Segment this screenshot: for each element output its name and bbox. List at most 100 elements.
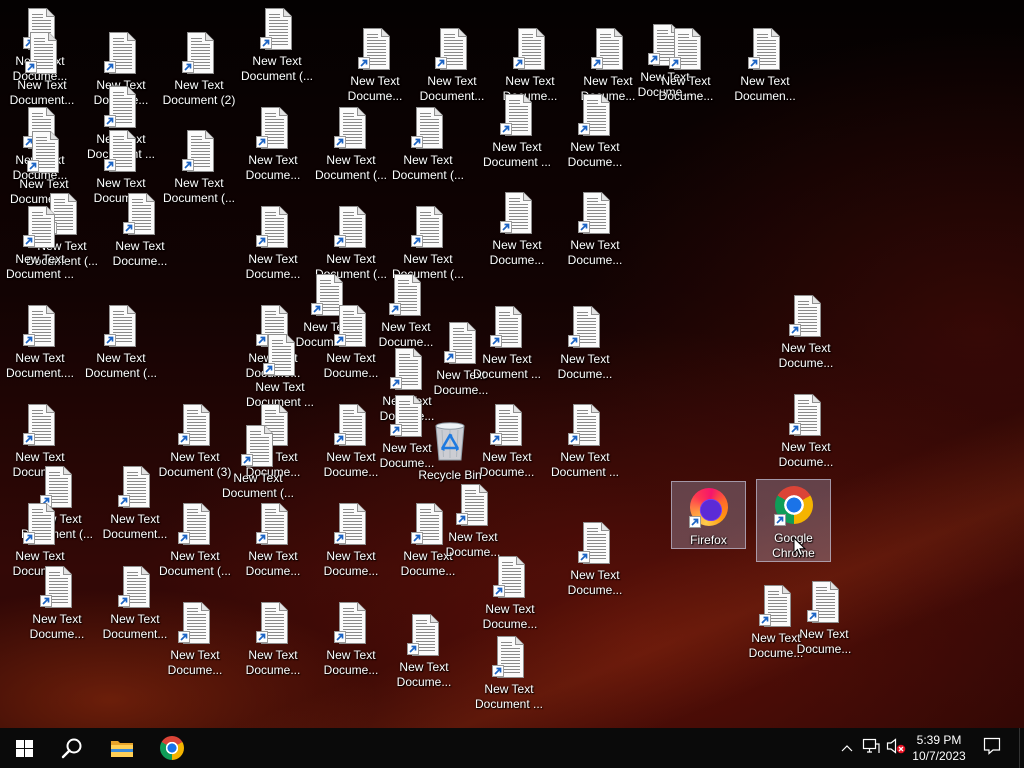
text-document-icon bbox=[578, 522, 612, 564]
chrome-icon bbox=[160, 736, 184, 760]
desktop-icon-label-line: New Text bbox=[115, 239, 165, 253]
desktop-icon-text-document[interactable]: New Text Documen... bbox=[727, 28, 803, 104]
text-document-icon bbox=[178, 503, 212, 545]
desktop-icon-label-line: Document (... bbox=[314, 168, 388, 182]
desktop-icon-text-document[interactable]: New Text Document (2) bbox=[161, 32, 237, 108]
desktop-icon-text-document[interactable]: New TextDocume... bbox=[557, 522, 633, 598]
desktop-icon-text-document[interactable]: New TextDocume... bbox=[235, 206, 311, 282]
shortcut-arrow-icon bbox=[241, 454, 253, 466]
desktop-icon-text-document[interactable]: New TextDocume... bbox=[313, 503, 389, 579]
shortcut-arrow-icon bbox=[118, 495, 130, 507]
desktop-icon-text-document[interactable]: New Text Document (... bbox=[83, 305, 159, 381]
desktop-icon-label: New TextDocume... bbox=[397, 660, 452, 690]
desktop-icon-label-line: New Text bbox=[560, 352, 610, 366]
desktop-icon-recycle-bin[interactable]: Recycle Bin bbox=[412, 418, 488, 483]
desktop-icon-text-document[interactable]: New Text Document (... bbox=[220, 425, 296, 501]
desktop-icon-label: New Text Document (... bbox=[222, 471, 294, 501]
desktop-icon-text-document[interactable]: New TextDocume... bbox=[648, 28, 724, 104]
shortcut-arrow-icon bbox=[118, 595, 130, 607]
desktop-icon-text-document[interactable]: New TextDocume... bbox=[768, 295, 844, 371]
desktop-icon-label: New TextDocume... bbox=[558, 352, 613, 382]
desktop-icon-text-document[interactable]: New TextDocume... bbox=[786, 581, 862, 657]
text-document-icon bbox=[256, 503, 290, 545]
start-button[interactable] bbox=[0, 728, 48, 768]
desktop-icon-label-line: Docume... bbox=[112, 254, 168, 268]
desktop-icon-label-line: Document... bbox=[419, 89, 485, 103]
desktop-icon-label-line: New Text bbox=[570, 568, 620, 582]
desktop-icon-text-document[interactable]: New TextDocume... bbox=[557, 94, 633, 170]
desktop-icon-text-document[interactable]: New TextDocume... bbox=[313, 602, 389, 678]
desktop-icon-text-document[interactable]: New TextDocument ... bbox=[479, 94, 555, 170]
desktop-icon-text-document[interactable]: New TextDocume... bbox=[337, 28, 413, 104]
search-button[interactable] bbox=[48, 728, 96, 768]
desktop-icon-label-line: Docume... bbox=[489, 253, 545, 267]
desktop-icon-text-document[interactable]: New TextDocument ... bbox=[242, 334, 318, 410]
desktop-icon-text-document[interactable]: New TextDocume... bbox=[19, 566, 95, 642]
desktop-icon-text-document[interactable]: New TextDocument ... bbox=[547, 404, 623, 480]
desktop-icon-text-document[interactable]: New Text Document (... bbox=[390, 107, 466, 183]
shortcut-arrow-icon bbox=[25, 61, 37, 73]
desktop-icon-label-line: Document ... bbox=[5, 267, 75, 281]
shortcut-arrow-icon bbox=[444, 351, 456, 363]
desktop-icon-text-document[interactable]: New TextDocument ... bbox=[469, 306, 545, 382]
desktop-icon-label-line: New Text bbox=[170, 648, 220, 662]
clock[interactable]: 5:39 PM 10/7/2023 bbox=[906, 728, 972, 768]
mouse-cursor bbox=[793, 536, 807, 557]
desktop[interactable]: New TextDocume...New TextDocument...New … bbox=[0, 0, 1024, 728]
desktop-icon-text-document[interactable]: New TextDocume... bbox=[768, 394, 844, 470]
desktop-icon-label-line: New Text bbox=[448, 530, 498, 544]
desktop-icon-text-document[interactable]: New TextDocume... bbox=[235, 107, 311, 183]
text-document-icon bbox=[23, 305, 57, 347]
volume-button[interactable] bbox=[884, 728, 908, 768]
desktop-icon-text-document[interactable]: New Text Document.... bbox=[2, 305, 78, 381]
action-center-button[interactable] bbox=[977, 728, 1007, 768]
show-desktop-button[interactable] bbox=[1019, 728, 1024, 768]
desktop-icon-text-document[interactable]: New TextDocume... bbox=[547, 306, 623, 382]
desktop-icon-text-document[interactable]: New Text Document... bbox=[414, 28, 490, 104]
show-hidden-icons-button[interactable] bbox=[835, 728, 859, 768]
text-document-icon bbox=[241, 425, 275, 467]
firefox-label: Firefox bbox=[690, 533, 727, 547]
desktop-icon-text-document[interactable]: New TextDocume... bbox=[435, 484, 511, 560]
desktop-icon-label-line: Docume... bbox=[778, 356, 834, 370]
desktop-icon-text-document[interactable]: New TextDocume... bbox=[386, 614, 462, 690]
desktop-icon-label: New Text Document.... bbox=[6, 351, 74, 381]
desktop-icon-text-document[interactable]: New TextDocume... bbox=[102, 193, 178, 269]
shortcut-arrow-icon bbox=[773, 514, 786, 526]
file-explorer-button[interactable] bbox=[98, 728, 146, 768]
recycle-bin-label: Recycle Bin bbox=[418, 468, 482, 482]
desktop-icon-text-document[interactable]: New Text Document (... bbox=[239, 8, 315, 84]
desktop-icon-text-document[interactable]: New Text Document (... bbox=[390, 206, 466, 282]
desktop-icon-label-line: New Text bbox=[15, 252, 65, 266]
desktop-icon-text-document[interactable]: New Text Document (... bbox=[313, 206, 389, 282]
shortcut-arrow-icon bbox=[390, 424, 402, 436]
desktop-icon-text-document[interactable]: New TextDocume... bbox=[235, 503, 311, 579]
text-document-icon bbox=[23, 206, 57, 248]
desktop-icon-text-document[interactable]: New TextDocume... bbox=[557, 192, 633, 268]
shortcut-arrow-icon bbox=[182, 61, 194, 73]
taskbar-chrome-button[interactable] bbox=[148, 728, 196, 768]
desktop-icon-label: New Text Document (... bbox=[85, 351, 157, 381]
desktop-icon-text-document[interactable]: New TextDocume... bbox=[157, 602, 233, 678]
desktop-icon-label-line: New Text bbox=[248, 252, 298, 266]
desktop-icon-text-document[interactable]: New TextDocument ... bbox=[471, 636, 547, 712]
network-button[interactable] bbox=[859, 728, 883, 768]
desktop-icon-firefox[interactable]: Firefox bbox=[671, 481, 746, 549]
shortcut-arrow-icon bbox=[178, 532, 190, 544]
desktop-icon-text-document[interactable]: New TextDocument ... bbox=[2, 206, 78, 282]
text-document-icon bbox=[435, 28, 469, 70]
shortcut-arrow-icon bbox=[23, 334, 35, 346]
desktop-icon-text-document[interactable]: New TextDocume... bbox=[492, 28, 568, 104]
text-document-icon bbox=[256, 206, 290, 248]
desktop-icon-text-document[interactable]: New TextDocume... bbox=[479, 192, 555, 268]
desktop-icon-text-document[interactable]: New TextDocume... bbox=[235, 602, 311, 678]
shortcut-arrow-icon bbox=[411, 235, 423, 247]
desktop-icon-label-line: Docume... bbox=[482, 617, 538, 631]
desktop-icon-text-document[interactable]: New Text Document (... bbox=[313, 107, 389, 183]
desktop-icon-text-document[interactable]: New TextDocume... bbox=[472, 556, 548, 632]
desktop-icon-label-line: New Text bbox=[326, 549, 376, 563]
shortcut-arrow-icon bbox=[104, 159, 116, 171]
text-document-icon bbox=[334, 404, 368, 446]
desktop-icon-label: New TextDocume... bbox=[659, 74, 714, 104]
desktop-icon-text-document[interactable]: New Text Document... bbox=[4, 32, 80, 108]
